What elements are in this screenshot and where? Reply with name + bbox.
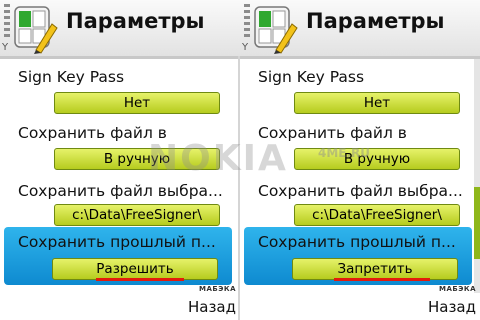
setting-save-file-in[interactable]: Сохранить файл в В ручную (4, 120, 232, 176)
highlight-underline (96, 278, 184, 281)
softkey-bar: МАБЭКА Назад (240, 285, 480, 320)
setting-save-file-in[interactable]: Сохранить файл в В ручную (244, 120, 472, 176)
screen-divider (238, 56, 240, 320)
highlight-underline (334, 278, 430, 281)
softkey-bar: МАБЭКА Назад (0, 285, 240, 320)
scrollbar[interactable] (474, 59, 480, 293)
setting-value[interactable]: c:\Data\FreeSigner\ (294, 204, 460, 226)
setting-label: Сохранить файл выбра... (258, 182, 463, 200)
settings-list: Sign Key Pass Нет Сохранить файл в В руч… (240, 59, 480, 293)
app-icon (14, 6, 58, 54)
setting-save-previous[interactable]: Сохранить прошлый п... Разрешить (4, 227, 232, 285)
setting-value[interactable]: В ручную (294, 148, 460, 170)
app-icon (254, 6, 298, 54)
setting-value[interactable]: Нет (294, 92, 460, 114)
setting-value[interactable]: c:\Data\FreeSigner\ (54, 204, 220, 226)
back-button[interactable]: Назад (188, 298, 236, 316)
setting-label: Сохранить файл выбра... (18, 182, 223, 200)
settings-screen-left: Y Параметры Sign Key Pass Нет Сохранить … (0, 0, 240, 320)
setting-value[interactable]: Нет (54, 92, 220, 114)
scrollbar-thumb[interactable] (474, 187, 480, 259)
setting-value[interactable]: Разрешить (52, 258, 218, 280)
title-bar: Y Параметры (240, 0, 480, 56)
setting-label: Сохранить прошлый п... (258, 233, 456, 251)
page-title: Параметры (66, 9, 205, 33)
setting-value[interactable]: Запретить (292, 258, 458, 280)
page-title: Параметры (306, 9, 445, 33)
brand-label: МАБЭКА (439, 285, 476, 293)
setting-label: Сохранить файл в (258, 124, 407, 142)
setting-label: Сохранить файл в (18, 124, 167, 142)
setting-label: Sign Key Pass (18, 68, 125, 86)
back-button[interactable]: Назад (428, 298, 476, 316)
setting-save-file-choice[interactable]: Сохранить файл выбра... c:\Data\FreeSign… (244, 178, 472, 234)
setting-save-previous[interactable]: Сохранить прошлый п... Запретить (244, 227, 472, 285)
brand-label: МАБЭКА (199, 285, 236, 293)
settings-screen-right: Y Параметры Sign Key Pass Нет Сохранить … (240, 0, 480, 320)
antenna-icon: Y (242, 42, 249, 53)
setting-save-file-choice[interactable]: Сохранить файл выбра... c:\Data\FreeSign… (4, 178, 232, 234)
title-bar: Y Параметры (0, 0, 240, 56)
setting-sign-key-pass[interactable]: Sign Key Pass Нет (4, 62, 232, 118)
antenna-icon: Y (2, 42, 9, 53)
settings-list: Sign Key Pass Нет Сохранить файл в В руч… (0, 59, 240, 293)
setting-label: Сохранить прошлый п... (18, 233, 216, 251)
setting-label: Sign Key Pass (258, 68, 365, 86)
setting-sign-key-pass[interactable]: Sign Key Pass Нет (244, 62, 472, 118)
setting-value[interactable]: В ручную (54, 148, 220, 170)
